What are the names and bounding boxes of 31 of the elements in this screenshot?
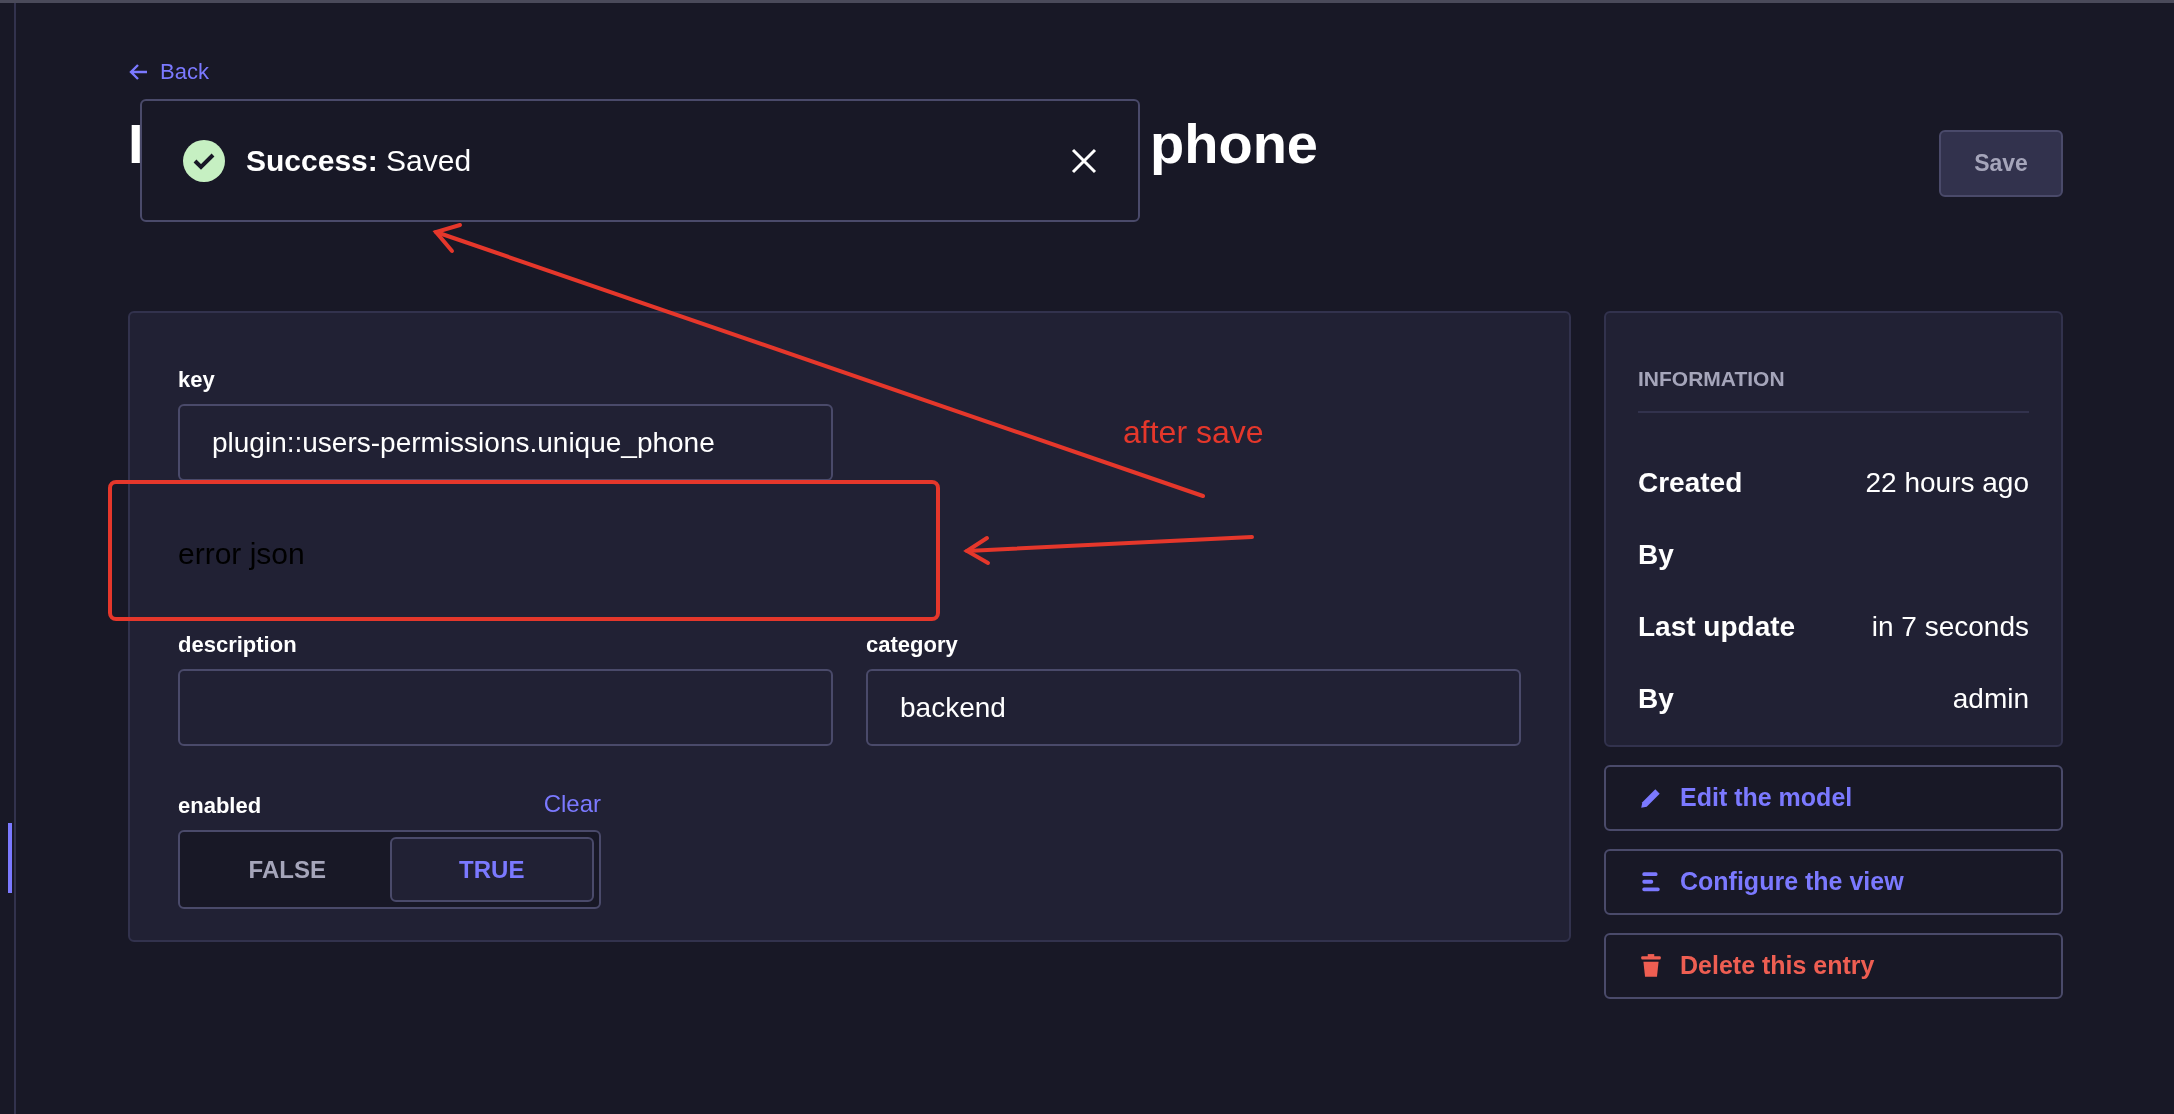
annotation-text: after save	[1123, 413, 1264, 452]
info-value: admin	[1952, 681, 2029, 716]
close-button[interactable]	[1070, 146, 1098, 175]
field-label: key	[178, 366, 216, 394]
action-button[interactable]: Configure the view	[1604, 848, 2063, 915]
field-label: description	[178, 631, 298, 659]
arrow-left-icon	[128, 62, 148, 81]
title-text: phone	[1150, 111, 1318, 177]
toast-message: Success: Saved	[246, 143, 473, 179]
section-heading: INFORMATION	[1638, 363, 2029, 413]
back-link[interactable]: Back	[128, 55, 209, 88]
info-label: Created	[1638, 465, 1743, 500]
field-label: category	[866, 631, 959, 659]
title-text: I	[128, 111, 144, 177]
info-value: in 7 seconds	[1871, 609, 2029, 644]
action-button[interactable]: Delete this entry	[1604, 932, 2063, 999]
toggle-option[interactable]: FALSE	[185, 837, 390, 902]
info-value: 22 hours ago	[1865, 465, 2029, 500]
info-label: Last update	[1638, 609, 1796, 644]
toggle-option[interactable]: TRUE	[389, 837, 594, 902]
action-button[interactable]: Edit the model	[1604, 764, 2063, 831]
input-field[interactable]: plugin::users-permissions.unique_phone	[178, 404, 833, 481]
input-field[interactable]: backend	[866, 669, 1521, 746]
info-label: By	[1638, 681, 1674, 716]
active-indicator	[8, 823, 12, 893]
input-field[interactable]	[178, 669, 833, 746]
clear-link[interactable]: Clear	[543, 786, 601, 822]
info-label: By	[1638, 537, 1674, 572]
field-label: enabled	[178, 792, 262, 820]
trash-icon	[1638, 952, 1664, 979]
check-circle-icon	[182, 138, 226, 183]
